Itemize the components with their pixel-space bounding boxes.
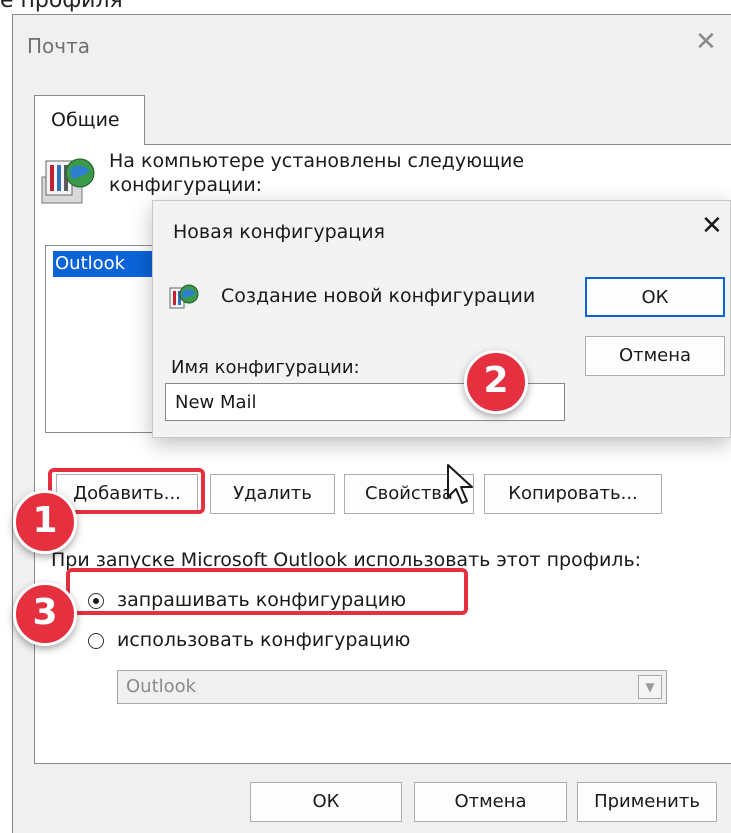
profiles-intro-text: На компьютере установлены следующие конф… <box>109 150 525 196</box>
tab-general[interactable]: Общие <box>34 95 145 145</box>
profile-globe-icon <box>169 284 199 309</box>
dialog-cancel-button[interactable]: Отмена <box>585 336 725 376</box>
dialog-title: Новая конфигурация <box>173 221 385 243</box>
mail-profile-icon <box>41 158 95 204</box>
tab-general-label: Общие <box>51 109 120 131</box>
step-badge-2: 2 <box>464 350 528 414</box>
cancel-button[interactable]: Отмена <box>414 782 567 822</box>
mouse-cursor-icon <box>447 464 473 504</box>
apply-button[interactable]: Применить <box>577 782 717 822</box>
close-icon[interactable]: ✕ <box>701 213 723 239</box>
close-icon[interactable]: ✕ <box>695 29 717 55</box>
create-profile-text: Создание новой конфигурации <box>221 285 536 307</box>
profile-combo-value: Outlook <box>126 676 197 697</box>
window-title: Почта <box>27 34 90 58</box>
step-badge-1: 1 <box>13 490 77 554</box>
radio-use-label[interactable]: использовать конфигурацию <box>117 629 410 651</box>
highlight-prompt-option <box>66 568 468 615</box>
delete-button[interactable]: Удалить <box>210 474 335 514</box>
chevron-down-icon: ▼ <box>638 675 662 699</box>
dialog-ok-button[interactable]: ОК <box>585 277 725 317</box>
page-caption: е профиля <box>0 0 123 13</box>
profile-name-label: Имя конфигурации: <box>171 357 360 378</box>
step-badge-3: 3 <box>13 582 77 646</box>
new-profile-dialog: Новая конфигурация ✕ Создание новой конф… <box>152 200 731 438</box>
copy-button[interactable]: Копировать... <box>484 474 662 514</box>
ok-button[interactable]: ОК <box>250 782 402 822</box>
profile-item-outlook[interactable]: Outlook <box>53 251 153 277</box>
radio-use-profile[interactable] <box>88 633 104 649</box>
profile-combo: Outlook ▼ <box>117 670 667 704</box>
